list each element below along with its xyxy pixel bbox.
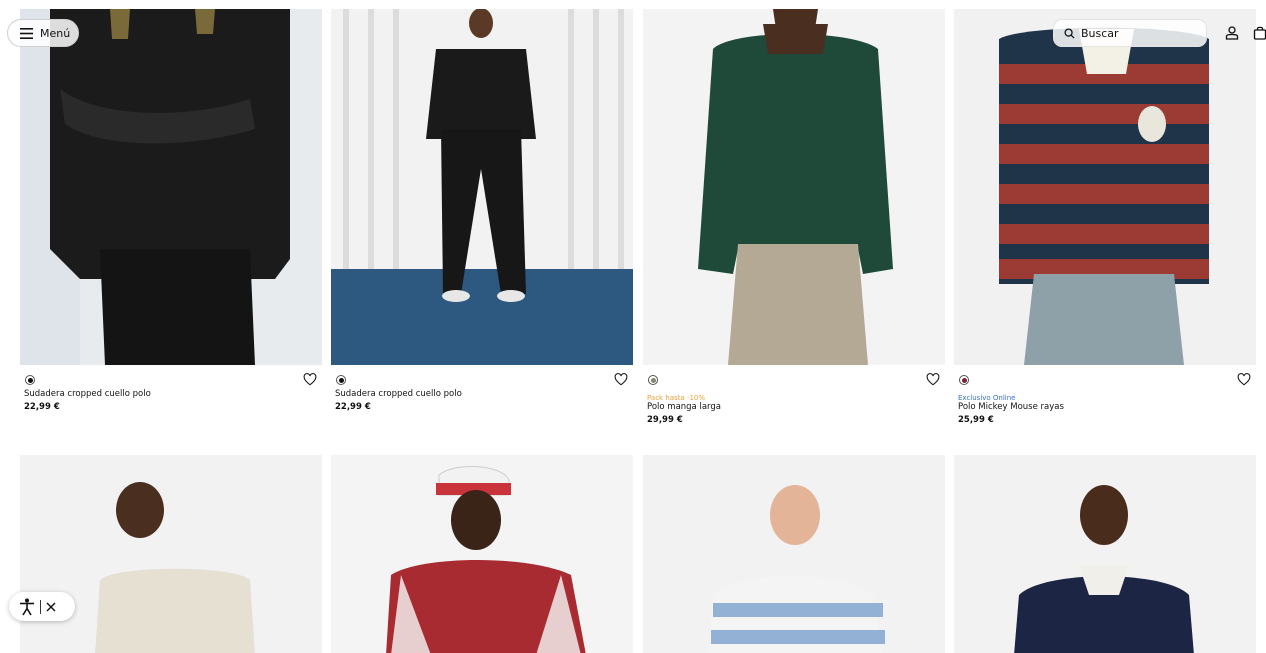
search-placeholder: Buscar (1081, 26, 1119, 40)
product-image[interactable] (643, 9, 945, 365)
product-card[interactable]: Sudadera cropped cuello polo 22,99 € (20, 9, 322, 445)
heart-icon[interactable] (614, 373, 628, 386)
product-card[interactable] (331, 455, 633, 653)
menu-label: Menú (40, 26, 71, 40)
product-image[interactable] (20, 9, 322, 365)
product-price: 29,99 € (647, 415, 683, 425)
heart-icon[interactable] (303, 373, 317, 386)
accessibility-icon[interactable] (19, 598, 35, 616)
accessibility-widget[interactable] (9, 592, 75, 621)
product-price: 22,99 € (24, 402, 60, 412)
product-card[interactable]: Pack hasta -10% Polo manga larga 29,99 € (643, 9, 945, 445)
product-card[interactable]: Sudadera cropped cuello polo 22,99 € (331, 9, 633, 445)
search-input[interactable]: Buscar (1053, 19, 1207, 47)
color-swatch[interactable] (336, 375, 346, 385)
product-card[interactable] (643, 455, 945, 653)
product-price: 22,99 € (335, 402, 371, 412)
color-swatch[interactable] (25, 375, 35, 385)
product-image[interactable] (954, 9, 1256, 365)
close-icon[interactable] (46, 602, 56, 612)
menu-button[interactable]: Menú (7, 19, 79, 47)
color-swatch[interactable] (648, 375, 658, 385)
color-swatch[interactable] (959, 375, 969, 385)
heart-icon[interactable] (1237, 373, 1251, 386)
promo-tag: Pack hasta -10% (647, 394, 706, 402)
product-price: 25,99 € (958, 415, 994, 425)
product-name[interactable]: Polo Mickey Mouse rayas (958, 402, 1064, 412)
product-image[interactable] (954, 455, 1256, 653)
product-card[interactable] (954, 455, 1256, 653)
product-image[interactable] (643, 455, 945, 653)
promo-tag: Exclusivo Online (958, 394, 1016, 402)
product-image[interactable] (331, 9, 633, 365)
separator (40, 599, 41, 614)
product-name[interactable]: Sudadera cropped cuello polo (335, 389, 462, 399)
product-card[interactable]: Exclusivo Online Polo Mickey Mouse rayas… (954, 9, 1256, 445)
product-name[interactable]: Polo manga larga (647, 402, 721, 412)
product-image[interactable] (20, 455, 322, 653)
product-name[interactable]: Sudadera cropped cuello polo (24, 389, 151, 399)
product-image[interactable] (331, 455, 633, 653)
product-card[interactable] (20, 455, 322, 653)
user-icon[interactable] (1224, 25, 1240, 41)
heart-icon[interactable] (926, 373, 940, 386)
search-icon (1064, 27, 1075, 39)
hamburger-icon (20, 27, 33, 39)
shopping-bag-icon[interactable] (1252, 25, 1266, 41)
